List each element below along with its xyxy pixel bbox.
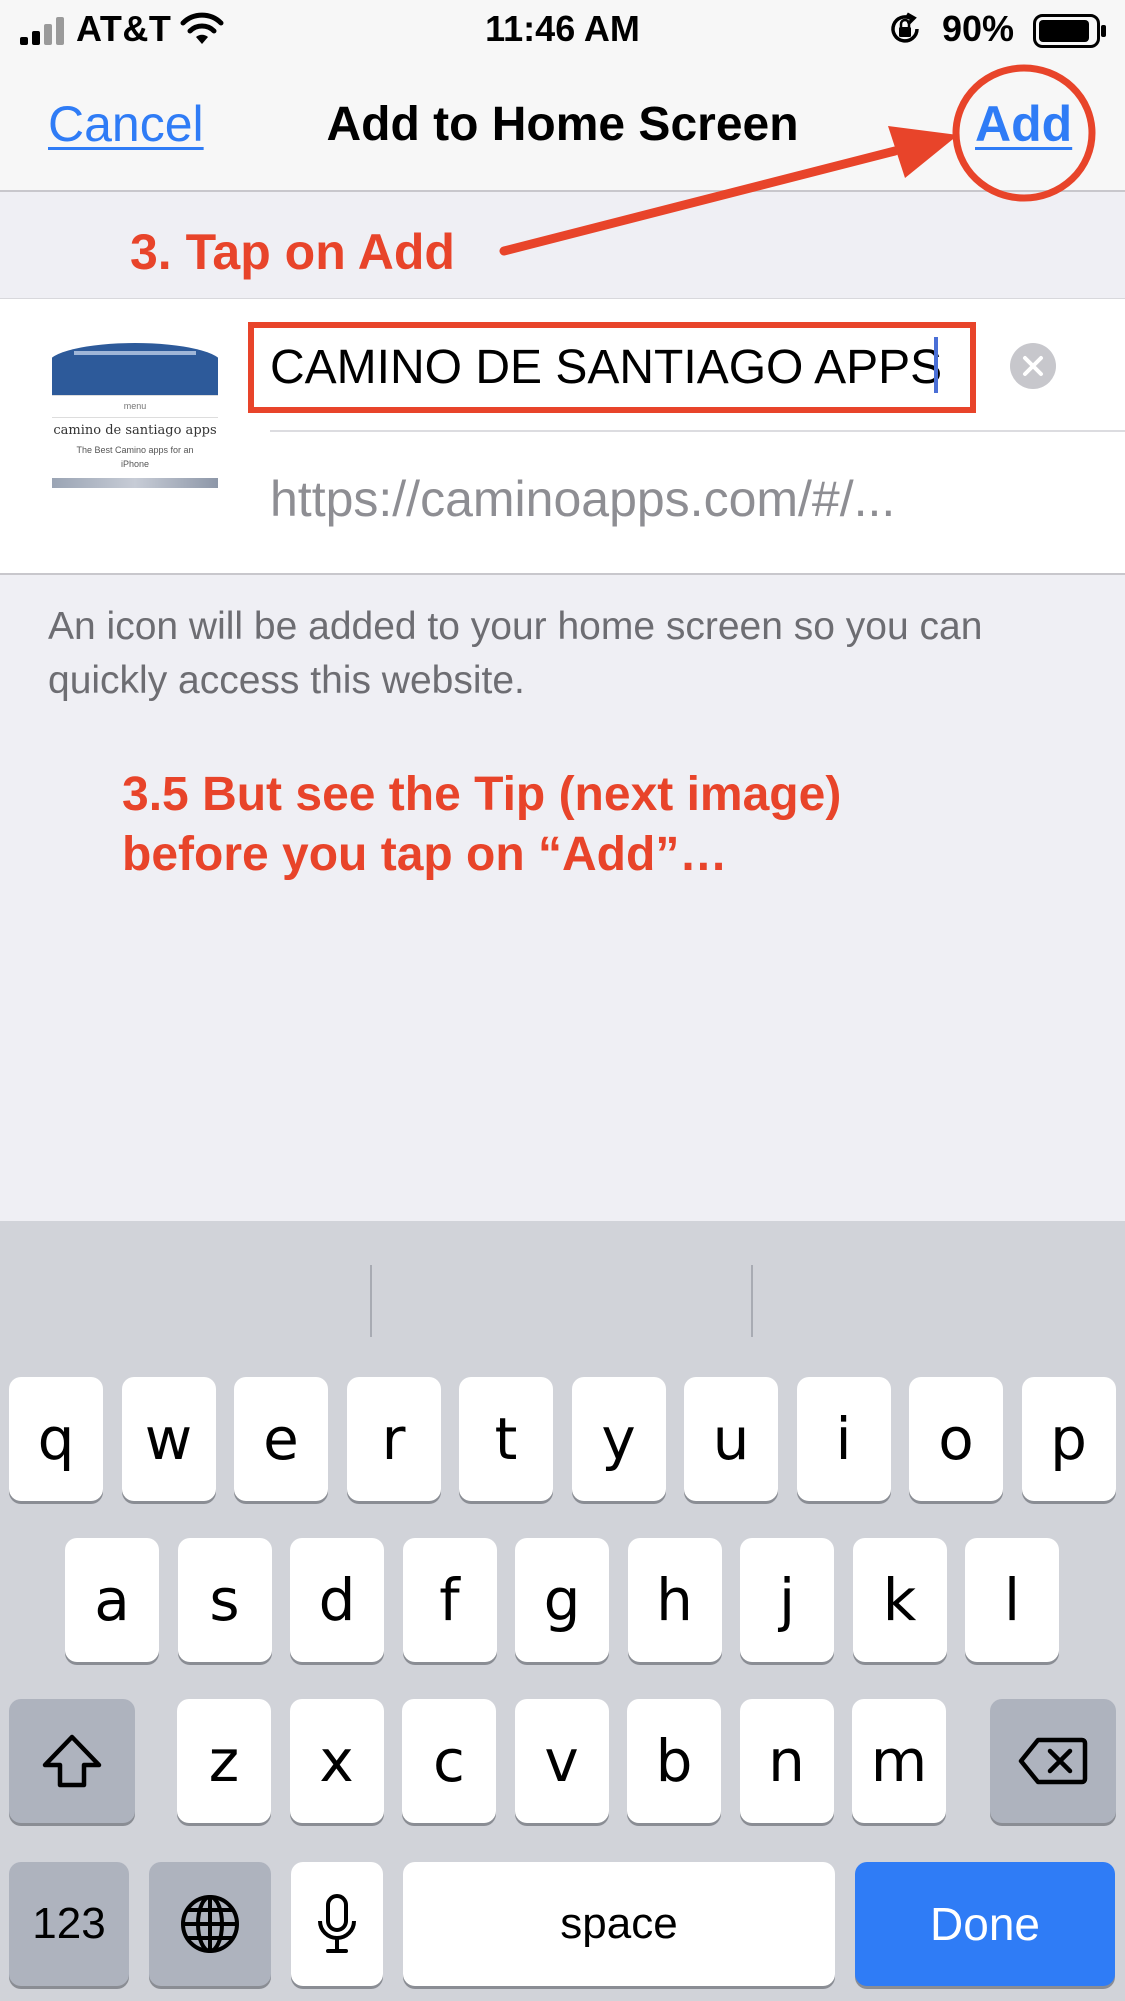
backspace-key[interactable] [990,1699,1116,1823]
done-key[interactable]: Done [855,1862,1115,1986]
key-i[interactable]: i [796,1377,891,1501]
annotation-line: 3.5 But see the Tip (next image) [122,768,842,821]
thumbnail-divider [52,417,218,418]
description-text: An icon will be added to your home scree… [48,605,983,702]
shift-icon [42,1734,102,1788]
key-label: m [870,1727,928,1795]
key-label: c [433,1727,465,1795]
key-label: t [494,1405,518,1473]
thumbnail-text: The Best Camino apps for an [76,445,194,455]
annotation-step-3-5: 3.5 But see the Tip (next image) before … [122,765,1022,885]
battery-icon [1033,14,1106,48]
key-label: q [37,1405,75,1473]
key-h[interactable]: h [627,1538,722,1662]
key-b[interactable]: b [627,1699,721,1823]
website-thumbnail: menu camino de santiago apps The Best Ca… [52,343,218,488]
key-a[interactable]: a [65,1538,159,1662]
key-c[interactable]: c [402,1699,496,1823]
key-label: l [1003,1566,1021,1634]
key-u[interactable]: u [684,1377,778,1501]
orientation-lock-icon [891,12,919,43]
key-label: v [544,1727,579,1795]
key-s[interactable]: s [177,1538,272,1662]
key-r[interactable]: r [346,1377,441,1501]
key-m[interactable]: m [852,1699,946,1823]
key-v[interactable]: v [514,1699,609,1823]
key-label: w [144,1405,193,1473]
key-label: u [712,1405,750,1473]
key-label: o [938,1405,974,1473]
key-f[interactable]: f [402,1538,497,1662]
key-label: a [94,1566,130,1634]
key-label: e [263,1405,299,1473]
key-z[interactable]: z [177,1699,271,1823]
key-label: y [601,1405,636,1473]
key-k[interactable]: k [852,1538,947,1662]
key-label: z [208,1727,240,1795]
microphone-icon [318,1894,356,1953]
key-o[interactable]: o [909,1377,1003,1501]
battery-percent: 90% [942,8,1015,49]
globe-key[interactable] [149,1862,271,1986]
key-w[interactable]: w [121,1377,216,1501]
name-field[interactable] [270,330,960,404]
key-label: k [882,1566,917,1634]
backspace-icon [1018,1737,1088,1785]
key-label: Done [930,1898,1040,1950]
thumbnail-title: camino de santiago apps [53,423,217,438]
annotation-step-3: 3. Tap on Add [130,224,455,280]
key-label: n [768,1727,805,1795]
key-g[interactable]: g [515,1538,609,1662]
url-label: https://caminoapps.com/#/... [270,471,896,527]
key-label: b [655,1727,693,1795]
predictive-bar-divider [370,1265,372,1337]
thumbnail-text: iPhone [120,459,150,469]
annotation-line: before you tap on “Add”… [122,828,728,881]
thumbnail-menu-label: menu [123,401,147,411]
key-d[interactable]: d [290,1538,384,1662]
page-title: Add to Home Screen [326,98,799,151]
key-label: f [439,1566,460,1634]
text-cursor [934,337,938,393]
field-divider [270,430,1125,432]
key-label: j [778,1566,796,1634]
key-l[interactable]: l [965,1538,1059,1662]
key-label: 123 [32,1899,106,1948]
microphone-key[interactable] [291,1862,383,1986]
key-label: s [209,1566,240,1634]
clear-text-button[interactable] [1010,343,1056,389]
clear-icon [1023,356,1043,376]
key-n[interactable]: n [739,1699,834,1823]
key-label: x [319,1727,354,1795]
key-label: h [656,1566,693,1634]
key-t[interactable]: t [459,1377,553,1501]
numbers-key[interactable]: 123 [9,1862,129,1986]
key-p[interactable]: p [1021,1377,1116,1501]
thumbnail-footer-image [52,478,218,488]
shift-key[interactable] [9,1699,135,1823]
key-x[interactable]: x [289,1699,384,1823]
key-label: g [543,1566,581,1634]
key-label: p [1050,1405,1087,1473]
space-key[interactable]: space [403,1862,835,1986]
key-label: r [381,1405,406,1473]
status-bar: AT&T 11:46 AM 90% [0,0,1125,60]
key-j[interactable]: j [740,1538,834,1662]
key-label: d [318,1566,356,1634]
predictive-bar-divider [751,1265,753,1337]
key-label: i [835,1405,852,1473]
key-e[interactable]: e [234,1377,328,1501]
add-button[interactable]: Add [975,95,1072,153]
key-y[interactable]: y [571,1377,666,1501]
thumbnail-divider [52,395,218,396]
thumbnail-header-text [74,351,196,355]
key-label: space [560,1899,678,1948]
globe-icon [181,1895,239,1953]
key-q[interactable]: q [9,1377,103,1501]
